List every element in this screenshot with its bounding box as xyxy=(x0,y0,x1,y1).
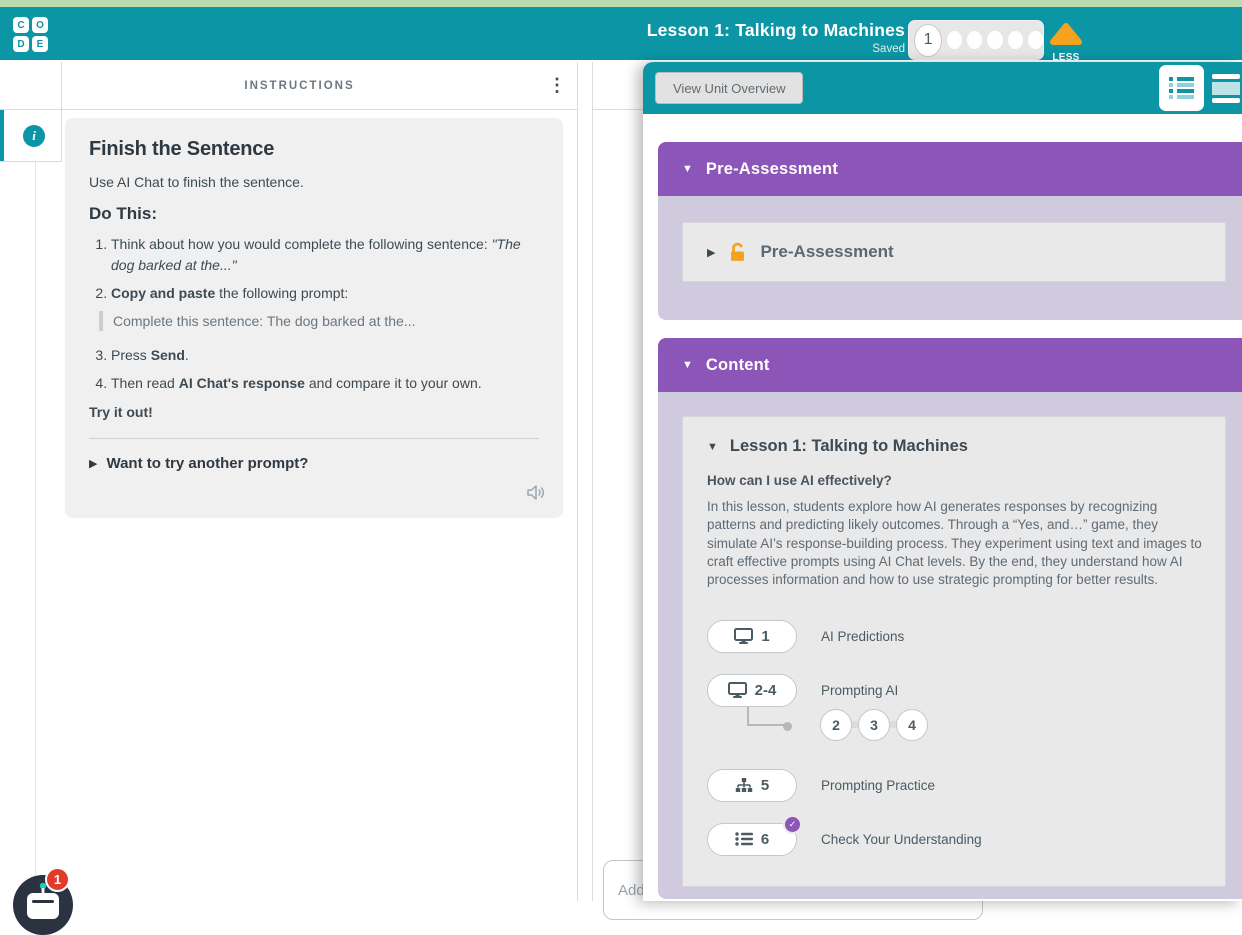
pre-assessment-section-header[interactable]: ▼ Pre-Assessment xyxy=(658,142,1242,196)
step-item: Copy and paste the following prompt: xyxy=(111,283,539,304)
view-unit-overview-button[interactable]: View Unit Overview xyxy=(655,72,803,104)
level-row: 1 AI Predictions xyxy=(707,620,1201,653)
instructions-panel: INSTRUCTIONS ⋮ i Finish the Sentence Use… xyxy=(0,62,578,901)
sub-level-bubble-2[interactable]: 2 xyxy=(820,709,852,741)
steps-list-continued: Press Send. Then read AI Chat's response… xyxy=(89,345,539,394)
sub-level-bubble-3[interactable]: 3 xyxy=(858,709,890,741)
logo-letter: O xyxy=(32,17,48,33)
lesson-title-block: Lesson 1: Talking to Machines Saved xyxy=(647,20,905,55)
level-bubble[interactable] xyxy=(967,31,982,49)
monitor-icon xyxy=(728,682,747,698)
level-label: Prompting AI xyxy=(821,683,898,698)
steps-list: Think about how you would complete the f… xyxy=(89,234,539,304)
connector-dot xyxy=(783,722,792,731)
instructions-heading: INSTRUCTIONS xyxy=(62,80,537,92)
level-row: 6 ✓ Check Your Understanding xyxy=(707,823,1201,856)
top-accent-strip xyxy=(0,0,1242,7)
expandable-another-prompt[interactable]: ▶ Want to try another prompt? xyxy=(89,455,539,472)
lesson-card-title: Lesson 1: Talking to Machines xyxy=(730,437,968,456)
detail-view-toggle[interactable] xyxy=(1209,65,1242,111)
level-row: 2-4 Prompting AI xyxy=(707,674,1201,707)
level-bubble[interactable] xyxy=(1028,31,1043,49)
divider xyxy=(89,438,539,439)
content-section-body: ▼ Lesson 1: Talking to Machines How can … xyxy=(658,392,1242,899)
triangle-down-icon: ▼ xyxy=(682,163,693,175)
sitemap-icon xyxy=(735,778,753,793)
level-bubble-current[interactable]: 1 xyxy=(914,24,942,57)
list-view-icon xyxy=(1169,75,1194,101)
speaker-icon xyxy=(526,484,547,501)
logo-letter: D xyxy=(13,36,29,52)
kebab-menu-icon[interactable]: ⋮ xyxy=(537,75,577,96)
level-progress-pill: 1 xyxy=(908,20,1044,60)
text-to-speech-button[interactable] xyxy=(526,484,547,506)
lesson-title: Lesson 1: Talking to Machines xyxy=(647,20,905,41)
instructions-card: Finish the Sentence Use AI Chat to finis… xyxy=(65,118,563,518)
code-org-logo[interactable]: C O D E xyxy=(13,17,48,52)
tab-instructions-info[interactable]: i xyxy=(0,110,62,162)
level-label: Check Your Understanding xyxy=(821,832,982,847)
lesson-card-title-row[interactable]: ▼ Lesson 1: Talking to Machines xyxy=(707,437,1201,456)
sub-level-bubble-4[interactable]: 4 xyxy=(896,709,928,741)
monitor-icon xyxy=(734,628,753,644)
triangle-up-icon xyxy=(1049,22,1083,46)
instructions-header-bar: INSTRUCTIONS ⋮ xyxy=(0,62,577,110)
completed-check-badge: ✓ xyxy=(783,815,802,834)
pre-assessment-item[interactable]: ▶ Pre-Assessment xyxy=(682,222,1226,282)
info-icon: i xyxy=(23,125,45,147)
section-content: ▼ Content ▼ Lesson 1: Talking to Machine… xyxy=(658,338,1242,899)
lesson-card: ▼ Lesson 1: Talking to Machines How can … xyxy=(682,416,1226,887)
tab-rail-divider xyxy=(35,162,36,901)
level-row: 5 Prompting Practice xyxy=(707,769,1201,802)
level-pill-2-4[interactable]: 2-4 xyxy=(707,674,797,707)
level-bubble[interactable] xyxy=(1008,31,1023,49)
level-list: 1 AI Predictions 2-4 xyxy=(707,620,1201,856)
try-it-out-text: Try it out! xyxy=(89,404,539,420)
instructions-intro: Use AI Chat to finish the sentence. xyxy=(89,174,539,190)
triangle-right-icon: ▶ xyxy=(707,246,715,259)
collapse-less-button[interactable]: LESS xyxy=(1046,22,1086,63)
pre-assessment-section-body: ▶ Pre-Assessment xyxy=(658,196,1242,320)
section-pre-assessment: ▼ Pre-Assessment ▶ Pre-Assessment xyxy=(658,142,1242,320)
step-item: Press Send. xyxy=(111,345,539,366)
tab-rail-header-cell xyxy=(0,62,62,109)
step-item: Then read AI Chat's response and compare… xyxy=(111,373,539,394)
pre-assessment-item-label: Pre-Assessment xyxy=(760,242,893,262)
check-icon: ✓ xyxy=(789,819,797,830)
level-bubble[interactable] xyxy=(987,31,1002,49)
sub-level-row: 2 3 4 xyxy=(707,705,1201,749)
content-section-header[interactable]: ▼ Content xyxy=(658,338,1242,392)
detail-view-icon xyxy=(1212,74,1240,79)
notification-badge: 1 xyxy=(45,867,70,892)
section-title: Pre-Assessment xyxy=(706,160,838,179)
drawer-header: View Unit Overview xyxy=(643,62,1242,114)
triangle-right-icon: ▶ xyxy=(89,457,97,470)
logo-letter: E xyxy=(32,36,48,52)
expandable-label: Want to try another prompt? xyxy=(106,455,308,472)
step-item: Think about how you would complete the f… xyxy=(111,234,539,276)
triangle-down-icon: ▼ xyxy=(707,441,718,453)
lesson-question: How can I use AI effectively? xyxy=(707,473,1201,488)
prompt-blockquote: Complete this sentence: The dog barked a… xyxy=(99,311,539,331)
saved-status: Saved xyxy=(647,43,905,55)
checklist-icon xyxy=(735,832,753,846)
lesson-description: In this lesson, students explore how AI … xyxy=(707,498,1207,590)
list-view-toggle[interactable] xyxy=(1159,65,1204,111)
unlocked-padlock-icon xyxy=(727,242,748,263)
section-title: Content xyxy=(706,356,770,375)
level-label: AI Predictions xyxy=(821,629,904,644)
triangle-down-icon: ▼ xyxy=(682,359,693,371)
level-pill-5[interactable]: 5 xyxy=(707,769,797,802)
level-label: Prompting Practice xyxy=(821,778,935,793)
level-pill-1[interactable]: 1 xyxy=(707,620,797,653)
level-bubble[interactable] xyxy=(947,31,962,49)
active-tab-indicator xyxy=(0,110,4,161)
lesson-overview-drawer: View Unit Overview ▼ Pre-Assessment ▶ xyxy=(643,62,1242,901)
instructions-title: Finish the Sentence xyxy=(89,138,539,161)
do-this-heading: Do This: xyxy=(89,204,539,224)
connector-line xyxy=(747,705,785,726)
logo-letter: C xyxy=(13,17,29,33)
app-header: C O D E Lesson 1: Talking to Machines Sa… xyxy=(0,7,1242,60)
